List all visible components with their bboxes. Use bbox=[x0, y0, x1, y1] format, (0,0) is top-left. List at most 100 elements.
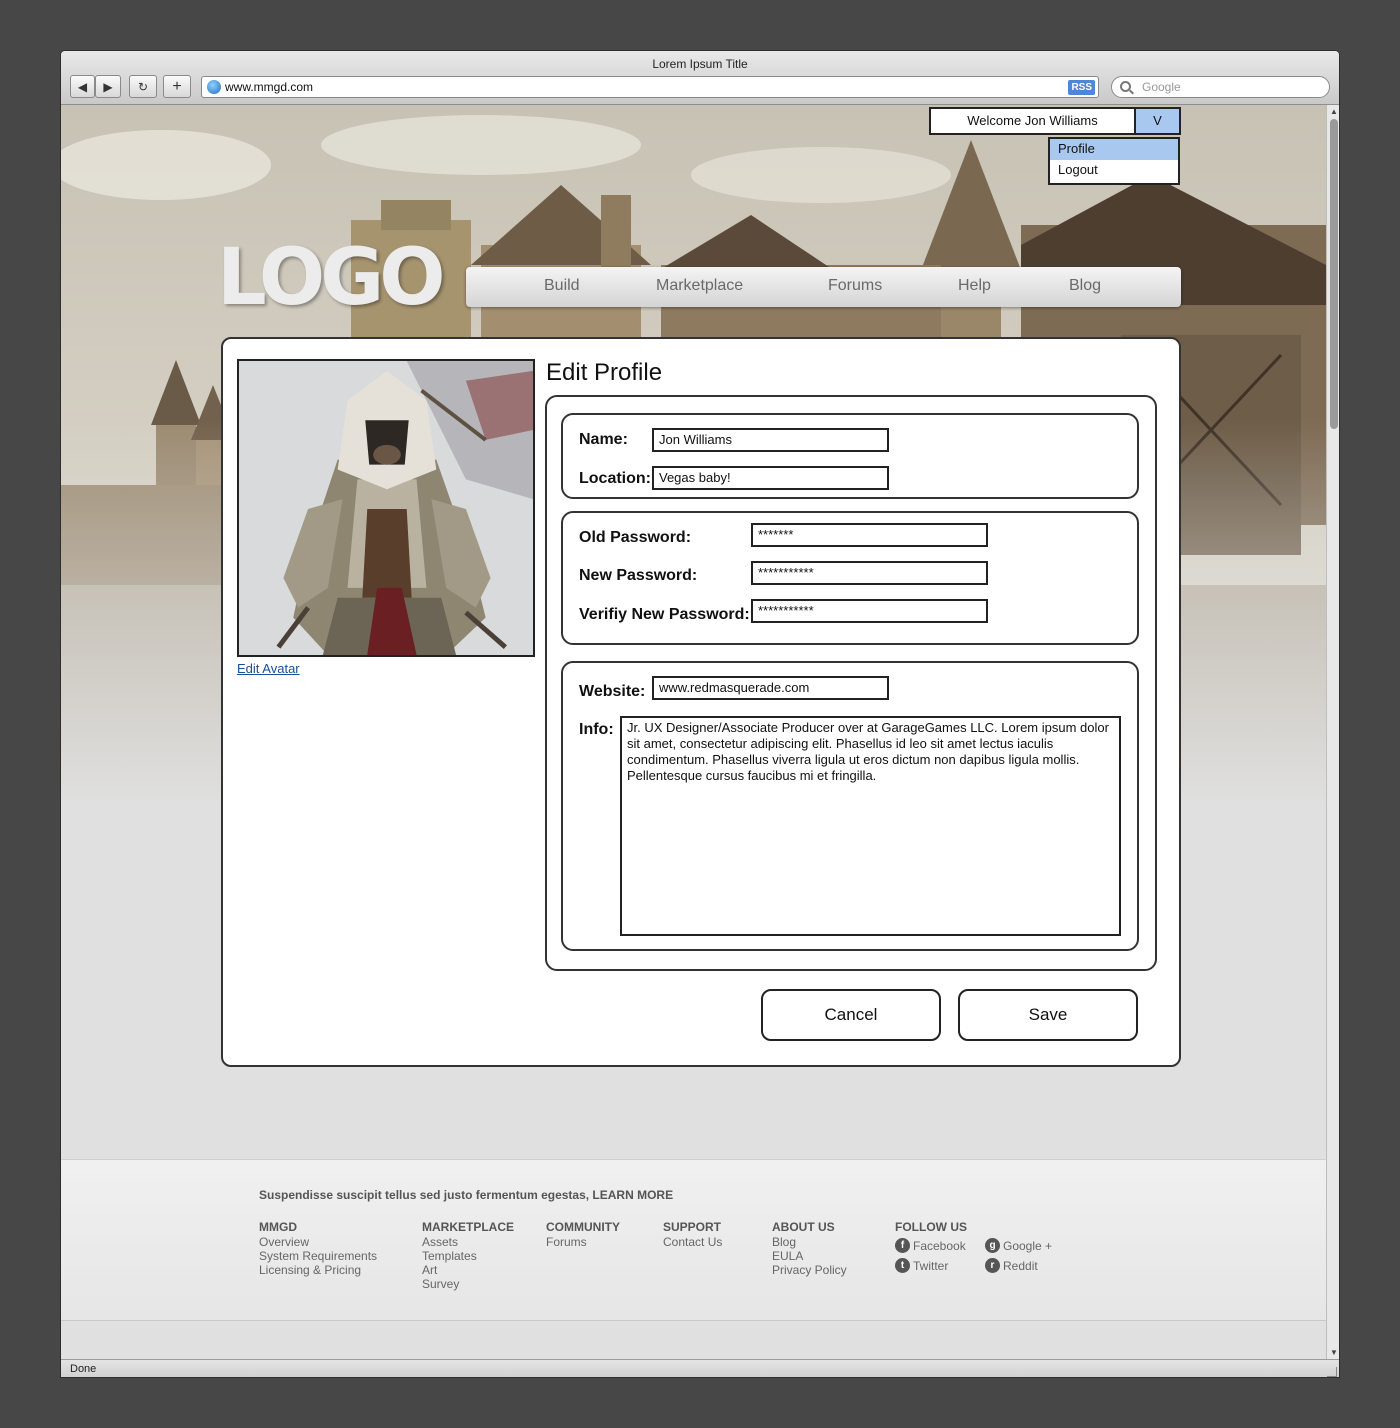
footer-heading: ABOUT US bbox=[772, 1220, 835, 1234]
reload-button[interactable]: ↻ bbox=[129, 75, 157, 98]
reddit-icon: r bbox=[985, 1258, 1000, 1273]
facebook-icon: f bbox=[895, 1238, 910, 1253]
identity-group: Name: Jon Williams Location: Vegas baby! bbox=[561, 413, 1139, 499]
website-field[interactable]: www.redmasquerade.com bbox=[652, 676, 889, 700]
main-nav: Build Marketplace Forums Help Blog bbox=[466, 267, 1181, 307]
old-password-field[interactable]: ******* bbox=[751, 523, 988, 547]
location-label: Location: bbox=[579, 470, 651, 487]
reddit-link[interactable]: r Reddit bbox=[985, 1258, 1038, 1273]
chevron-down-icon[interactable]: V bbox=[1136, 109, 1179, 133]
footer-link[interactable]: Overview bbox=[259, 1235, 377, 1249]
new-tab-button[interactable]: + bbox=[163, 75, 191, 98]
footer-col-marketplace: MARKETPLACE Assets Templates Art Survey bbox=[422, 1220, 514, 1291]
forward-button[interactable]: ▶ bbox=[95, 75, 121, 98]
reddit-label: Reddit bbox=[1003, 1258, 1038, 1273]
footer-link[interactable]: Templates bbox=[422, 1249, 514, 1263]
edit-profile-panel: Edit Avatar Edit Profile Name: Jon Willi… bbox=[221, 337, 1181, 1067]
user-menu-list: Profile Logout bbox=[1048, 137, 1180, 185]
footer-link[interactable]: Forums bbox=[546, 1235, 620, 1249]
save-button[interactable]: Save bbox=[958, 989, 1138, 1041]
footer-col-about: ABOUT US Blog EULA Privacy Policy bbox=[772, 1220, 847, 1277]
scroll-thumb[interactable] bbox=[1330, 119, 1338, 429]
back-button[interactable]: ◀ bbox=[70, 75, 95, 98]
page-title: Edit Profile bbox=[546, 359, 663, 386]
verify-password-label: Verifiy New Password: bbox=[579, 606, 750, 623]
reload-icon: ↻ bbox=[137, 79, 149, 94]
site-footer: Suspendisse suscipit tellus sed justo fe… bbox=[61, 1159, 1326, 1321]
resize-grip-icon[interactable] bbox=[1327, 1367, 1337, 1377]
nav-build[interactable]: Build bbox=[544, 277, 580, 295]
window-title: Lorem Ipsum Title bbox=[652, 57, 748, 71]
scroll-up-icon[interactable]: ▲ bbox=[1330, 107, 1338, 116]
menu-item-logout[interactable]: Logout bbox=[1050, 160, 1178, 181]
twitter-link[interactable]: t Twitter bbox=[895, 1258, 948, 1273]
nav-forums[interactable]: Forums bbox=[828, 277, 882, 295]
footer-heading: MARKETPLACE bbox=[422, 1220, 514, 1234]
site-logo[interactable]: LOGO bbox=[217, 233, 446, 323]
footer-heading: COMMUNITY bbox=[546, 1220, 620, 1234]
info-label: Info: bbox=[579, 721, 614, 738]
browser-window: Lorem Ipsum Title ◀ ▶ ↻ + www.mmgd.com R… bbox=[60, 50, 1340, 1378]
footer-link[interactable]: Privacy Policy bbox=[772, 1263, 847, 1277]
footer-link[interactable]: Survey bbox=[422, 1277, 514, 1291]
google-plus-link[interactable]: g Google + bbox=[985, 1238, 1052, 1253]
footer-col-follow: FOLLOW US bbox=[895, 1220, 967, 1235]
footer-heading: FOLLOW US bbox=[895, 1220, 967, 1234]
forward-icon: ▶ bbox=[103, 79, 113, 94]
search-input[interactable]: Google bbox=[1111, 76, 1330, 98]
url-text: www.mmgd.com bbox=[225, 80, 314, 94]
google-plus-label: Google + bbox=[1003, 1238, 1053, 1253]
new-password-label: New Password: bbox=[579, 567, 698, 584]
location-field[interactable]: Vegas baby! bbox=[652, 466, 889, 490]
website-label: Website: bbox=[579, 683, 646, 700]
footer-link[interactable]: Contact Us bbox=[663, 1235, 722, 1249]
browser-toolbar: Lorem Ipsum Title ◀ ▶ ↻ + www.mmgd.com R… bbox=[61, 51, 1339, 105]
profile-form: Name: Jon Williams Location: Vegas baby!… bbox=[545, 395, 1157, 971]
globe-icon bbox=[207, 80, 221, 94]
vertical-scrollbar[interactable]: ▲ ▼ bbox=[1326, 105, 1339, 1359]
twitter-label: Twitter bbox=[913, 1258, 949, 1273]
avatar bbox=[237, 359, 535, 657]
footer-link[interactable]: System Requirements bbox=[259, 1249, 377, 1263]
status-text: Done bbox=[70, 1363, 97, 1375]
footer-link[interactable]: Assets bbox=[422, 1235, 514, 1249]
footer-heading: MMGD bbox=[259, 1220, 297, 1234]
cancel-button[interactable]: Cancel bbox=[761, 989, 941, 1041]
twitter-icon: t bbox=[895, 1258, 910, 1273]
rss-icon[interactable]: RSS bbox=[1068, 80, 1095, 95]
search-placeholder: Google bbox=[1142, 80, 1181, 94]
footer-link[interactable]: Art bbox=[422, 1263, 514, 1277]
footer-link[interactable]: Licensing & Pricing bbox=[259, 1263, 377, 1277]
scroll-down-icon[interactable]: ▼ bbox=[1330, 1348, 1338, 1357]
avatar-image bbox=[239, 361, 533, 655]
facebook-link[interactable]: f Facebook bbox=[895, 1238, 966, 1253]
plus-icon: + bbox=[172, 77, 182, 95]
search-icon bbox=[1120, 81, 1131, 92]
footer-col-mmgd: MMGD Overview System Requirements Licens… bbox=[259, 1220, 377, 1277]
edit-avatar-link[interactable]: Edit Avatar bbox=[237, 661, 300, 676]
user-menu-dropdown[interactable]: Welcome Jon Williams V bbox=[929, 107, 1181, 135]
footer-heading: SUPPORT bbox=[663, 1220, 722, 1234]
footer-link[interactable]: EULA bbox=[772, 1249, 847, 1263]
nav-marketplace[interactable]: Marketplace bbox=[656, 277, 743, 295]
menu-item-profile[interactable]: Profile bbox=[1050, 139, 1178, 160]
page-viewport: Welcome Jon Williams V Profile Logout LO… bbox=[61, 105, 1326, 1359]
back-icon: ◀ bbox=[77, 79, 88, 94]
nav-help[interactable]: Help bbox=[958, 277, 991, 295]
info-textarea[interactable]: Jr. UX Designer/Associate Producer over … bbox=[620, 716, 1121, 936]
old-password-label: Old Password: bbox=[579, 529, 692, 546]
welcome-label: Welcome Jon Williams bbox=[931, 109, 1136, 133]
footer-promo[interactable]: Suspendisse suscipit tellus sed justo fe… bbox=[259, 1188, 673, 1202]
facebook-label: Facebook bbox=[913, 1238, 966, 1253]
about-group: Website: www.redmasquerade.com Info: Jr.… bbox=[561, 661, 1139, 951]
footer-link[interactable]: Blog bbox=[772, 1235, 847, 1249]
address-bar[interactable]: www.mmgd.com RSS bbox=[201, 76, 1099, 98]
verify-password-field[interactable]: *********** bbox=[751, 599, 988, 623]
footer-col-support: SUPPORT Contact Us bbox=[663, 1220, 722, 1249]
google-plus-icon: g bbox=[985, 1238, 1000, 1253]
name-field[interactable]: Jon Williams bbox=[652, 428, 889, 452]
password-group: Old Password: ******* New Password: ****… bbox=[561, 511, 1139, 645]
nav-blog[interactable]: Blog bbox=[1069, 277, 1101, 295]
new-password-field[interactable]: *********** bbox=[751, 561, 988, 585]
footer-col-community: COMMUNITY Forums bbox=[546, 1220, 620, 1249]
